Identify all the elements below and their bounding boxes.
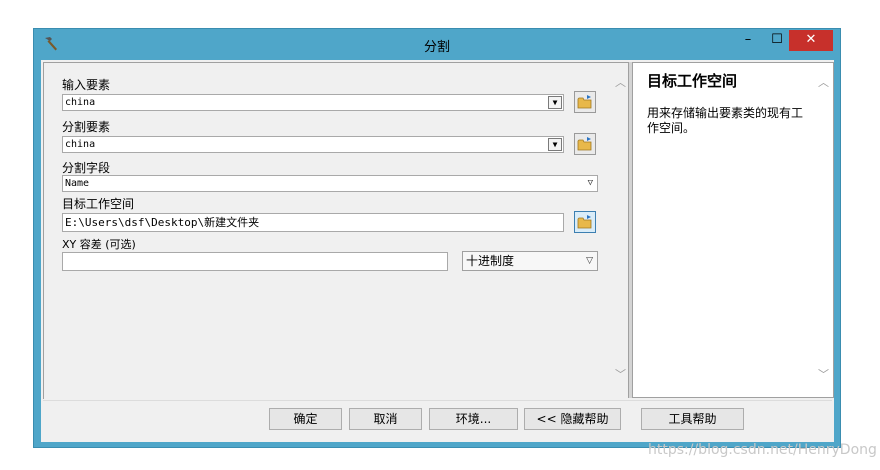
dropdown-arrow-icon[interactable]: ▼ <box>548 138 562 151</box>
split-dialog-window: 分割 – ☐ ✕ 输入要素 china ▼ 分割要素 china ▼ 分割字段 … <box>33 28 841 448</box>
chevron-down-icon: ▽ <box>587 178 593 188</box>
scroll-up-icon[interactable]: ︿ <box>818 77 829 88</box>
scroll-down-icon[interactable]: ﹀ <box>615 369 626 380</box>
split-field-label: 分割字段 <box>62 161 111 175</box>
ok-button[interactable]: 确定 <box>269 408 342 430</box>
scroll-down-icon[interactable]: ﹀ <box>818 369 829 380</box>
button-bar: 确定 取消 环境... << 隐藏帮助 工具帮助 <box>43 400 832 441</box>
hide-help-button[interactable]: << 隐藏帮助 <box>524 408 621 430</box>
maximize-button[interactable]: ☐ <box>766 30 788 51</box>
xy-tolerance-unit-value: 十进制度 <box>466 254 515 268</box>
split-field-value: Name <box>65 178 90 189</box>
help-text: 用来存储输出要素类的现有工作空间。 <box>647 106 804 135</box>
help-pane: 目标工作空间 用来存储输出要素类的现有工作空间。 ︿ ﹀ <box>632 62 834 398</box>
dropdown-arrow-icon[interactable]: ▼ <box>548 96 562 109</box>
xy-tolerance-input[interactable] <box>62 252 448 271</box>
cancel-button[interactable]: 取消 <box>349 408 422 430</box>
target-workspace-label: 目标工作空间 <box>62 197 135 211</box>
input-features-label: 输入要素 <box>62 78 111 92</box>
input-features-browse-button[interactable] <box>574 91 596 113</box>
split-field-select[interactable]: Name ▽ <box>62 175 598 192</box>
folder-icon <box>577 137 592 151</box>
input-features-combobox[interactable]: china ▼ <box>62 94 564 111</box>
parameters-scrollbar[interactable]: ︿ ﹀ <box>612 63 629 399</box>
target-workspace-value: E:\Users\dsf\Desktop\新建文件夹 <box>65 216 260 229</box>
folder-icon <box>577 95 592 109</box>
split-features-combobox[interactable]: china ▼ <box>62 136 564 153</box>
target-workspace-input[interactable]: E:\Users\dsf\Desktop\新建文件夹 <box>62 213 564 232</box>
help-scrollbar[interactable]: ︿ ﹀ <box>815 63 832 397</box>
xy-tolerance-label: XY 容差 (可选) <box>62 238 136 251</box>
target-workspace-browse-button[interactable] <box>574 211 596 233</box>
split-features-value: china <box>65 139 96 150</box>
help-title: 目标工作空间 <box>647 72 738 90</box>
minimize-button[interactable]: – <box>737 30 759 51</box>
title-bar[interactable]: 分割 – ☐ ✕ <box>34 29 840 59</box>
environments-button[interactable]: 环境... <box>429 408 518 430</box>
parameters-pane: 输入要素 china ▼ 分割要素 china ▼ 分割字段 Name ▽ 目标… <box>43 62 629 399</box>
split-features-browse-button[interactable] <box>574 133 596 155</box>
xy-tolerance-unit-select[interactable]: 十进制度 ▽ <box>462 251 598 271</box>
folder-icon <box>577 215 592 229</box>
split-features-label: 分割要素 <box>62 120 111 134</box>
window-title: 分割 <box>423 40 450 55</box>
close-button[interactable]: ✕ <box>789 30 833 51</box>
watermark-text: https://blog.csdn.net/HenryDong <box>648 442 877 458</box>
chevron-down-icon: ▽ <box>586 256 593 266</box>
tool-help-button[interactable]: 工具帮助 <box>641 408 744 430</box>
scroll-up-icon[interactable]: ︿ <box>615 77 626 88</box>
dialog-client-area: 输入要素 china ▼ 分割要素 china ▼ 分割字段 Name ▽ 目标… <box>41 60 834 442</box>
input-features-value: china <box>65 97 96 108</box>
